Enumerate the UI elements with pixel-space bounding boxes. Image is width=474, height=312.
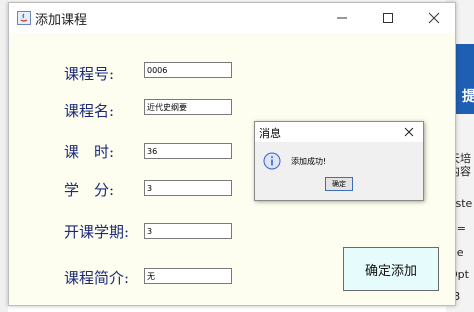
window-title: 添加课程 xyxy=(35,13,88,28)
semester-input[interactable] xyxy=(144,223,232,239)
background-left-edge xyxy=(0,0,8,312)
message-dialog: 消息 添加成功! 确定 xyxy=(254,121,424,201)
course-id-label: 课程号: xyxy=(64,65,115,83)
minimize-icon xyxy=(337,17,347,19)
confirm-add-button[interactable]: 确定添加 xyxy=(343,247,439,291)
course-intro-label: 课程简介: xyxy=(64,269,130,287)
background-blue-tab-text: 提 xyxy=(462,89,474,105)
credits-input[interactable] xyxy=(144,180,232,196)
minimize-button[interactable] xyxy=(319,3,365,33)
dialog-title: 消息 xyxy=(259,127,281,140)
dialog-message: 添加成功! xyxy=(291,157,327,166)
close-button[interactable] xyxy=(411,3,455,33)
window-titlebar[interactable]: 添加课程 xyxy=(9,3,455,33)
course-hours-label: 课 时: xyxy=(64,143,115,161)
course-name-input[interactable] xyxy=(144,99,232,115)
maximize-icon xyxy=(383,13,393,23)
maximize-button[interactable] xyxy=(365,3,411,33)
java-app-icon xyxy=(17,11,31,25)
course-name-label: 课程名: xyxy=(64,102,115,120)
close-icon xyxy=(404,127,414,137)
course-hours-input[interactable] xyxy=(144,143,232,159)
dialog-titlebar[interactable]: 消息 xyxy=(255,122,423,142)
close-icon xyxy=(428,12,440,24)
course-intro-input[interactable] xyxy=(144,268,232,284)
dialog-close-button[interactable] xyxy=(399,124,419,140)
course-id-input[interactable] xyxy=(144,62,232,78)
semester-label: 开课学期: xyxy=(64,223,130,241)
credits-label: 学 分: xyxy=(64,181,115,199)
dialog-ok-button[interactable]: 确定 xyxy=(325,177,353,191)
info-icon xyxy=(263,152,281,170)
